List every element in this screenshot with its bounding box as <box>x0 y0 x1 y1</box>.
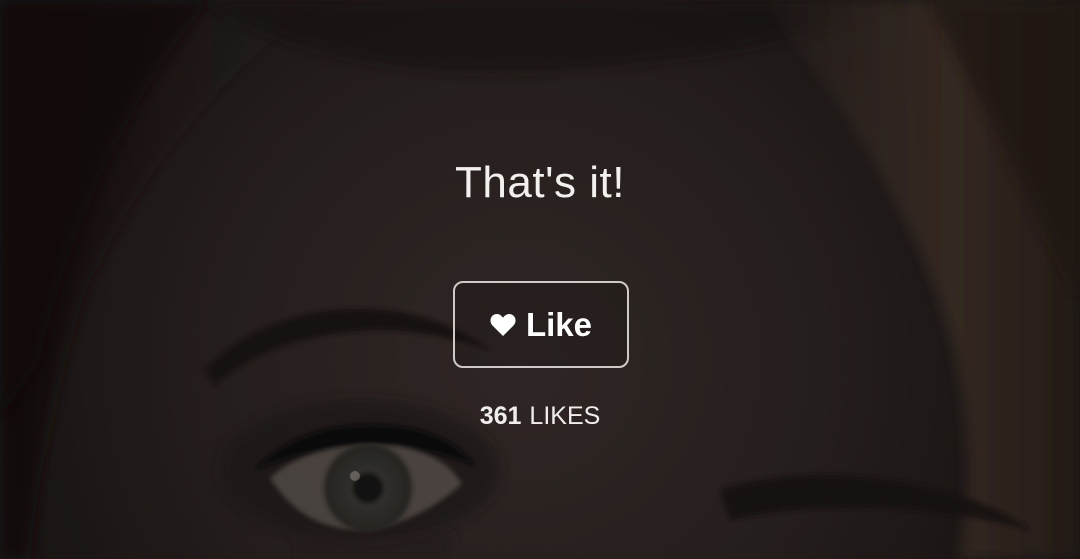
like-button-label: Like <box>525 305 593 343</box>
end-title: That's it! <box>455 158 625 207</box>
heart-icon <box>490 313 516 337</box>
likes-count-number: 361 <box>479 402 522 430</box>
end-card: That's it! Like 361 LIKES <box>0 0 1080 559</box>
likes-count-unit: LIKES <box>529 402 601 430</box>
like-button[interactable]: Like <box>453 281 629 368</box>
likes-counter: 361 LIKES <box>0 402 1080 431</box>
